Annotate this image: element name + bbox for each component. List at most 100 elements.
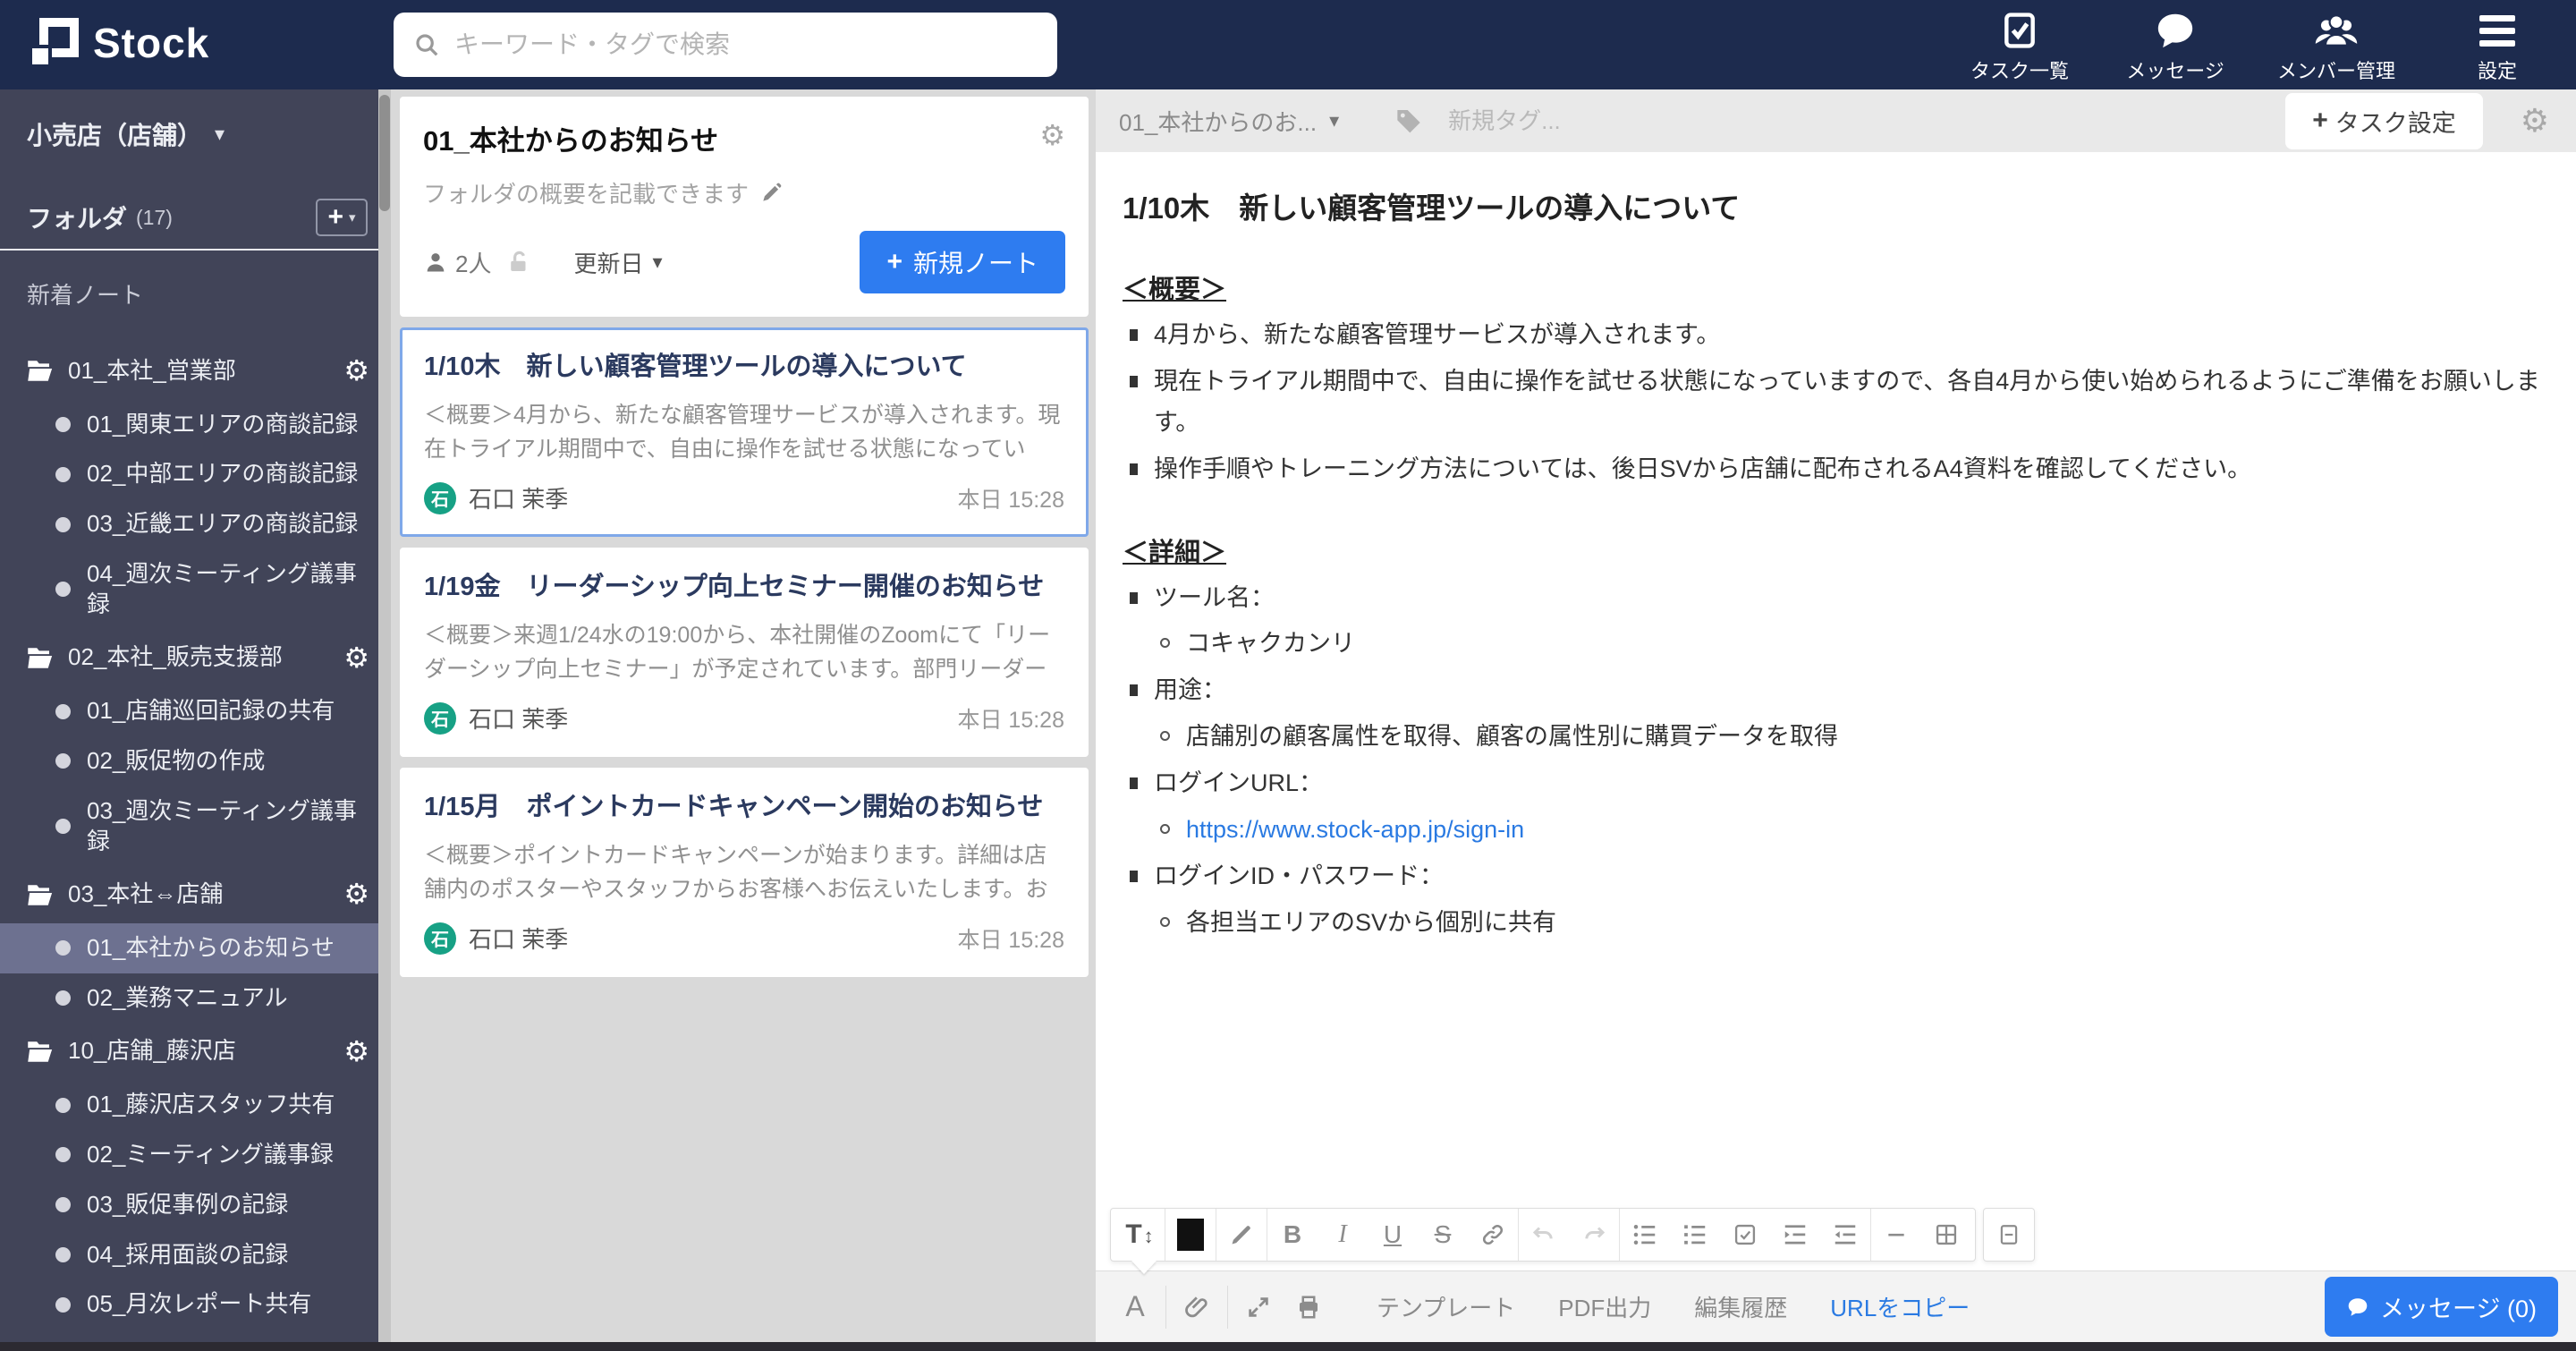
plus-icon — [327, 202, 343, 233]
sidebar-note[interactable]: 04_採用面談の記録 — [0, 1230, 391, 1280]
sidebar-note[interactable]: 02_中部エリアの商談記録 — [0, 449, 391, 499]
note-dot-icon — [55, 1147, 71, 1163]
note-list-item[interactable]: 1/19金 リーダーシップ向上セミナー開催のお知らせ ＜概要＞来週1/24水の1… — [400, 548, 1089, 757]
bullet-icon — [1130, 329, 1138, 341]
sort-selector[interactable]: 更新日 — [573, 246, 662, 279]
checkbox-list-button[interactable] — [1720, 1209, 1770, 1261]
new-tag-input[interactable] — [1448, 106, 1717, 135]
template-button[interactable]: テンプレート — [1377, 1290, 1515, 1323]
highlighter-button[interactable] — [1216, 1209, 1267, 1261]
sidebar-note[interactable]: 02_販促物の作成 — [0, 736, 391, 786]
link-button[interactable] — [1468, 1209, 1518, 1261]
login-url-link[interactable]: https://www.stock-app.jp/sign-in — [1186, 810, 2544, 851]
stock-app-window: Stock タスク一覧 メッセージ — [0, 0, 2576, 1351]
pdf-export-button[interactable]: PDF出力 — [1558, 1290, 1651, 1323]
search-input[interactable] — [454, 30, 1038, 59]
global-search[interactable] — [394, 13, 1057, 77]
sidebar-note[interactable]: 02_業務マニュアル — [0, 973, 391, 1024]
details-list: ツール名： コキャクカンリ 用途： 店舗別の顧客属性を取得、顧客の属性別に購買デ… — [1123, 578, 2544, 944]
numbered-list-button[interactable] — [1670, 1209, 1720, 1261]
members-icon — [2313, 7, 2360, 54]
sidebar-folder[interactable]: 10_店舗_藤沢店 — [0, 1024, 391, 1081]
gear-icon[interactable] — [343, 353, 369, 390]
task-list-icon — [2000, 7, 2039, 54]
italic-button[interactable] — [1318, 1209, 1368, 1261]
sidebar-folder[interactable]: 02_本社_販売支援部 — [0, 630, 391, 687]
bullet-icon — [1130, 375, 1138, 387]
note-dot-icon — [55, 1097, 71, 1113]
sidebar-note-selected[interactable]: 01_本社からのお知らせ — [0, 922, 391, 973]
folder-select-dropdown[interactable]: 01_本社からのお... — [1119, 105, 1339, 138]
horizontal-rule-button[interactable] — [1871, 1209, 1921, 1261]
underline-button[interactable] — [1368, 1209, 1418, 1261]
sidebar-note[interactable]: 05_月次レポート共有 — [0, 1279, 391, 1330]
text-size-button[interactable] — [1114, 1209, 1165, 1261]
new-note-button[interactable]: 新規ノート — [860, 231, 1065, 293]
collapse-box-button[interactable] — [1983, 1208, 2035, 1262]
details-heading: ＜詳細＞ — [1123, 538, 1227, 567]
outdent-button[interactable] — [1820, 1209, 1870, 1261]
sidebar-scrollbar[interactable] — [378, 89, 391, 1342]
strikethrough-button[interactable] — [1418, 1209, 1468, 1261]
member-count[interactable]: 2人 — [423, 246, 491, 279]
note-toolbar: 01_本社からのお... タスク設定 — [1096, 89, 2576, 152]
sub-bullet-icon — [1160, 916, 1170, 927]
note-author: 石口 茉季 — [469, 486, 569, 513]
print-button[interactable] — [1284, 1282, 1334, 1332]
chevron-down-icon — [215, 123, 225, 146]
sidebar-note[interactable]: 03_販促事例の記録 — [0, 1180, 391, 1230]
sidebar-item-new-notes[interactable]: 新着ノート — [0, 251, 391, 310]
message-button[interactable]: メッセージ (0) — [2325, 1277, 2558, 1337]
undo-button[interactable] — [1519, 1209, 1569, 1261]
scrollbar-thumb[interactable] — [379, 95, 390, 211]
gear-icon[interactable] — [343, 1033, 369, 1071]
note-list-item-selected[interactable]: 1/10木 新しい顧客管理ツールの導入について ＜概要＞4月から、新たな顧客管理… — [400, 327, 1089, 537]
gear-icon[interactable] — [343, 640, 369, 677]
workspace-selector[interactable]: 小売店（店舗） — [0, 89, 391, 152]
nav-members[interactable]: メンバー管理 — [2277, 7, 2395, 84]
copy-url-button[interactable]: URLをコピー — [1830, 1290, 1970, 1323]
nav-settings[interactable]: 設定 — [2444, 7, 2551, 84]
note-time: 本日 15:28 — [957, 927, 1064, 953]
sidebar-folder[interactable]: 11_店舗_川崎店 — [0, 1330, 391, 1342]
nav-task-list[interactable]: タスク一覧 — [1966, 7, 2073, 84]
attachment-button[interactable] — [1172, 1282, 1222, 1332]
add-folder-button[interactable] — [316, 199, 368, 236]
note-editor[interactable]: 1/10木 新しい顧客管理ツールの導入について ＜概要＞ 4月から、新たな顧客管… — [1096, 152, 2576, 1270]
sidebar-note[interactable]: 02_ミーティング議事録 — [0, 1130, 391, 1180]
table-button[interactable] — [1921, 1209, 1971, 1261]
gear-icon[interactable] — [2521, 102, 2549, 140]
app-logo[interactable]: Stock — [29, 18, 209, 68]
fullscreen-button[interactable] — [1233, 1282, 1284, 1332]
gear-icon[interactable] — [1039, 118, 1065, 152]
avatar: 石 — [424, 922, 456, 955]
indent-button[interactable] — [1770, 1209, 1820, 1261]
folder-header-card: 01_本社からのお知らせ フォルダの概要を記載できます 2人 更新日 — [400, 97, 1089, 317]
sidebar-note[interactable]: 01_店舗巡回記録の共有 — [0, 686, 391, 736]
italic-icon — [1338, 1220, 1346, 1249]
redo-button[interactable] — [1569, 1209, 1619, 1261]
sidebar-note[interactable]: 03_近畿エリアの商談記録 — [0, 499, 391, 549]
sidebar-note[interactable]: 03_週次ミーティング議事録 — [0, 786, 391, 867]
note-dot-icon — [55, 416, 71, 432]
task-settings-button[interactable]: タスク設定 — [2285, 92, 2483, 149]
sidebar-note[interactable]: 04_週次ミーティング議事録 — [0, 549, 391, 630]
bulleted-list-button[interactable] — [1620, 1209, 1670, 1261]
text-color-button[interactable] — [1165, 1209, 1216, 1261]
toolbar-pointer — [1131, 1261, 1157, 1274]
sidebar-note[interactable]: 01_関東エリアの商談記録 — [0, 400, 391, 450]
nav-messages[interactable]: メッセージ — [2122, 7, 2229, 84]
gear-icon[interactable] — [343, 876, 369, 913]
folder-open-icon — [27, 1041, 54, 1063]
note-list-item[interactable]: 1/15月 ポイントカードキャンペーン開始のお知らせ ＜概要＞ポイントカードキャ… — [400, 768, 1089, 977]
sidebar-folder[interactable]: 01_本社_営業部 — [0, 343, 391, 400]
folder-description[interactable]: フォルダの概要を記載できます — [423, 176, 1065, 209]
bold-button[interactable] — [1267, 1209, 1318, 1261]
sidebar-folder[interactable]: 03_本社⇔店舗 — [0, 866, 391, 923]
font-button[interactable] — [1110, 1282, 1160, 1332]
color-swatch-icon — [1177, 1219, 1204, 1251]
sidebar-note[interactable]: 01_藤沢店スタッフ共有 — [0, 1080, 391, 1130]
search-icon — [413, 31, 440, 58]
note-dot-icon — [55, 1197, 71, 1213]
edit-history-button[interactable]: 編集履歴 — [1694, 1290, 1787, 1323]
